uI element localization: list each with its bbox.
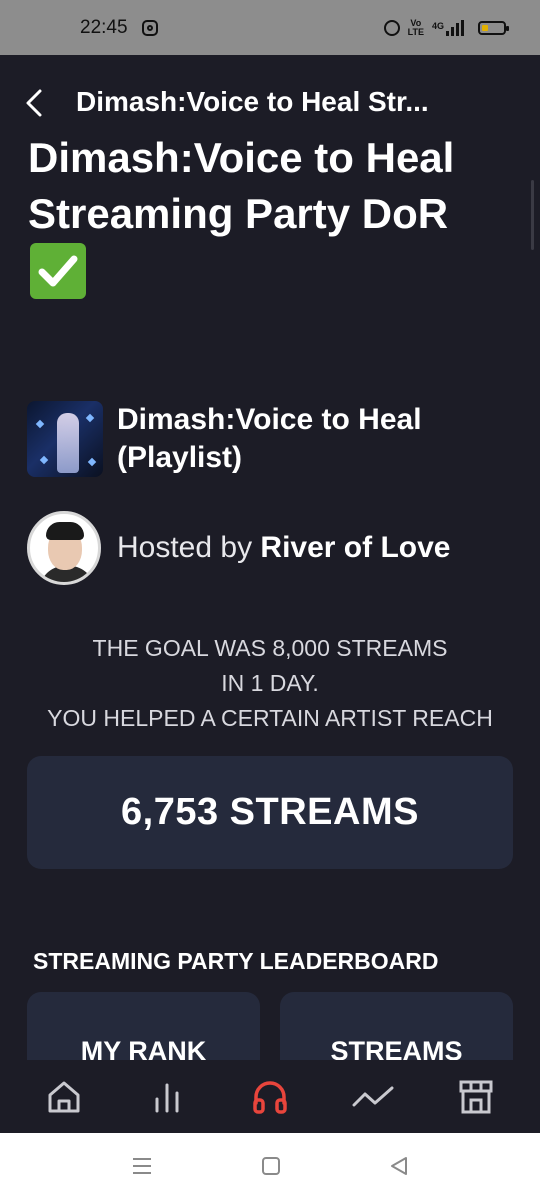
home-square-icon [262, 1157, 280, 1175]
tab-home[interactable] [34, 1067, 94, 1127]
goal-description: THE GOAL WAS 8,000 STREAMS IN 1 DAY. YOU… [0, 631, 540, 736]
trending-icon [352, 1086, 394, 1106]
alarm-icon [383, 19, 400, 36]
tab-store[interactable] [446, 1067, 506, 1127]
host-name: River of Love [260, 531, 451, 564]
header-title: Dimash:Voice to Heal Str... [76, 85, 429, 117]
app-screen: Dimash:Voice to Heal Str... Dimash:Voice… [0, 55, 540, 1133]
goal-line-1: THE GOAL WAS 8,000 STREAMS [92, 635, 448, 661]
back-nav-button[interactable] [388, 1155, 410, 1182]
home-nav-button[interactable] [260, 1155, 282, 1182]
playlist-name: Dimash:Voice to Heal (Playlist) [117, 403, 422, 474]
signal-icon [446, 19, 464, 36]
goal-line-2: IN 1 DAY. [221, 670, 319, 696]
back-triangle-icon [391, 1157, 407, 1175]
host-link[interactable]: Hosted by River of Love [27, 511, 450, 585]
host-prefix: Hosted by [117, 531, 261, 564]
home-icon [48, 1081, 80, 1112]
goal-line-3: YOU HELPED A CERTAIN ARTIST REACH [47, 705, 493, 731]
chevron-left-icon [26, 89, 42, 116]
status-time: 22:45 [80, 16, 128, 38]
playlist-link[interactable]: Dimash:Voice to Heal (Playlist) [27, 401, 497, 477]
bottom-tab-bar [0, 1060, 540, 1133]
headphones-icon [253, 1080, 287, 1114]
network-type: 4G [431, 20, 444, 31]
status-icons: Vo LTE 4G [383, 17, 509, 37]
volte-icon: Vo LTE [407, 17, 424, 37]
back-button[interactable] [24, 88, 44, 118]
streams-total-card: 6,753 STREAMS [27, 756, 513, 869]
status-bar: 22:45 Vo LTE 4G [0, 0, 540, 55]
tab-trends[interactable] [343, 1067, 403, 1127]
leaderboard-title: STREAMING PARTY LEADERBOARD [33, 948, 439, 974]
tab-charts[interactable] [137, 1067, 197, 1127]
store-icon [459, 1080, 493, 1113]
tab-streaming[interactable] [240, 1067, 300, 1127]
scrollbar[interactable] [531, 180, 534, 250]
bar-chart-icon [155, 1083, 179, 1112]
playlist-cover-image [27, 401, 103, 477]
battery-icon [478, 20, 509, 35]
menu-icon [133, 1158, 151, 1174]
avatar [27, 511, 101, 585]
streams-total: 6,753 STREAMS [121, 791, 419, 833]
host-label: Hosted by River of Love [117, 531, 450, 565]
system-nav-bar [0, 1133, 540, 1200]
check-mark-button-icon [30, 243, 86, 299]
instagram-icon [141, 19, 158, 36]
page-title: Dimash:Voice to Heal Streaming Party DoR [28, 134, 455, 237]
menu-button[interactable] [131, 1155, 153, 1182]
